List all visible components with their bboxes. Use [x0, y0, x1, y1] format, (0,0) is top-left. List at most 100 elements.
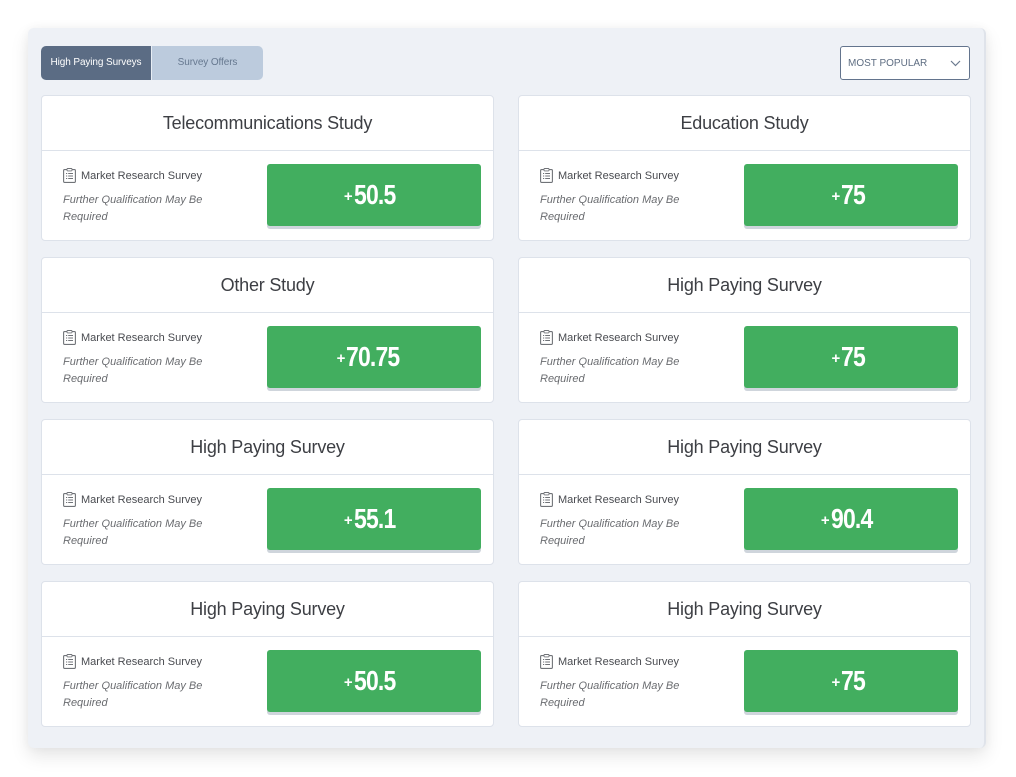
plus-sign: +: [336, 349, 346, 367]
points-value: 50.5: [353, 665, 396, 696]
survey-meta: Market Research Survey Further Qualifica…: [63, 330, 203, 388]
tab-high-paying-surveys[interactable]: High Paying Surveys: [41, 46, 151, 80]
qualification-note: Further Qualification May Be Required: [63, 680, 203, 709]
survey-meta: Market Research Survey Further Qualifica…: [63, 492, 203, 550]
qualification-note: Further Qualification May Be Required: [63, 194, 203, 223]
survey-title: High Paying Survey: [190, 436, 345, 457]
survey-type-row: Market Research Survey: [540, 330, 680, 345]
survey-type: Market Research Survey: [558, 169, 680, 182]
survey-title: Other Study: [220, 274, 315, 295]
survey-card-body: Market Research Survey Further Qualifica…: [519, 475, 970, 565]
survey-card-header: Other Study: [42, 258, 493, 313]
survey-points-button[interactable]: + 70.75: [267, 326, 481, 388]
qualification-note: Further Qualification May Be Required: [63, 356, 203, 385]
clipboard-list-icon: [540, 330, 553, 345]
survey-type: Market Research Survey: [81, 169, 203, 182]
qualification-note: Further Qualification May Be Required: [540, 518, 680, 547]
qualification-note: Further Qualification May Be Required: [540, 356, 680, 385]
plus-sign: +: [820, 511, 830, 529]
sort-selected-value: MOST POPULAR: [848, 57, 928, 69]
survey-type-row: Market Research Survey: [63, 654, 203, 669]
survey-tabs: High Paying Surveys Survey Offers: [41, 46, 263, 80]
survey-grid: Telecommunications Study Market Research…: [41, 95, 971, 727]
survey-meta: Market Research Survey Further Qualifica…: [63, 168, 203, 226]
survey-card-header: High Paying Survey: [42, 420, 493, 475]
survey-card-header: High Paying Survey: [42, 582, 493, 637]
survey-card: Telecommunications Study Market Research…: [41, 95, 494, 241]
points-value: 55.1: [353, 503, 396, 534]
survey-card-body: Market Research Survey Further Qualifica…: [42, 313, 493, 403]
survey-card-body: Market Research Survey Further Qualifica…: [42, 475, 493, 565]
survey-title: Education Study: [680, 112, 809, 133]
survey-type-row: Market Research Survey: [540, 492, 680, 507]
points-display: + 90.4: [821, 503, 881, 535]
survey-card-header: High Paying Survey: [519, 420, 970, 475]
plus-sign: +: [343, 673, 353, 691]
clipboard-list-icon: [540, 492, 553, 507]
survey-card: High Paying Survey Market Research Surve…: [518, 581, 971, 727]
survey-title: Telecommunications Study: [162, 112, 373, 133]
survey-title: High Paying Survey: [667, 274, 822, 295]
clipboard-list-icon: [63, 654, 76, 669]
qualification-note: Further Qualification May Be Required: [540, 194, 680, 223]
sort-dropdown[interactable]: MOST POPULAR: [840, 46, 970, 80]
survey-meta: Market Research Survey Further Qualifica…: [540, 654, 680, 712]
points-display: + 70.75: [337, 341, 412, 373]
survey-card: High Paying Survey Market Research Surve…: [518, 257, 971, 403]
survey-points-button[interactable]: + 75: [744, 164, 958, 226]
survey-type: Market Research Survey: [558, 331, 680, 344]
qualification-note: Further Qualification May Be Required: [63, 518, 203, 547]
points-display: + 75: [832, 179, 871, 211]
tab-survey-offers[interactable]: Survey Offers: [151, 46, 263, 80]
survey-card: Other Study Market Research Survey Furth…: [41, 257, 494, 403]
points-value: 75: [841, 179, 866, 210]
plus-sign: +: [831, 349, 841, 367]
survey-type-row: Market Research Survey: [63, 168, 203, 183]
survey-type: Market Research Survey: [81, 331, 203, 344]
survey-points-button[interactable]: + 75: [744, 326, 958, 388]
survey-meta: Market Research Survey Further Qualifica…: [540, 168, 680, 226]
survey-meta: Market Research Survey Further Qualifica…: [540, 330, 680, 388]
survey-type-row: Market Research Survey: [540, 654, 680, 669]
clipboard-list-icon: [540, 168, 553, 183]
survey-points-button[interactable]: + 90.4: [744, 488, 958, 550]
surveys-panel: High Paying Surveys Survey Offers MOST P…: [28, 28, 986, 748]
qualification-note: Further Qualification May Be Required: [540, 680, 680, 709]
survey-title: High Paying Survey: [190, 598, 345, 619]
points-display: + 55.1: [344, 503, 404, 535]
survey-card: Education Study Market Research Survey F…: [518, 95, 971, 241]
survey-type-row: Market Research Survey: [63, 492, 203, 507]
survey-card: High Paying Survey Market Research Surve…: [518, 419, 971, 565]
survey-type: Market Research Survey: [558, 493, 680, 506]
points-value: 90.4: [830, 503, 873, 534]
clipboard-list-icon: [63, 492, 76, 507]
survey-points-button[interactable]: + 55.1: [267, 488, 481, 550]
clipboard-list-icon: [63, 330, 76, 345]
survey-card-header: Telecommunications Study: [42, 96, 493, 151]
survey-type: Market Research Survey: [558, 655, 680, 668]
survey-card-body: Market Research Survey Further Qualifica…: [42, 637, 493, 727]
survey-points-button[interactable]: + 50.5: [267, 164, 481, 226]
survey-type-row: Market Research Survey: [540, 168, 680, 183]
clipboard-list-icon: [63, 168, 76, 183]
chevron-down-icon: [949, 57, 961, 69]
survey-type: Market Research Survey: [81, 493, 203, 506]
survey-title: High Paying Survey: [667, 598, 822, 619]
clipboard-list-icon: [540, 654, 553, 669]
survey-meta: Market Research Survey Further Qualifica…: [540, 492, 680, 550]
points-display: + 75: [832, 341, 871, 373]
plus-sign: +: [831, 673, 841, 691]
survey-card-body: Market Research Survey Further Qualifica…: [519, 637, 970, 727]
survey-type-row: Market Research Survey: [63, 330, 203, 345]
points-value: 75: [841, 341, 866, 372]
plus-sign: +: [831, 187, 841, 205]
plus-sign: +: [343, 511, 353, 529]
survey-points-button[interactable]: + 50.5: [267, 650, 481, 712]
survey-card-header: Education Study: [519, 96, 970, 151]
survey-title: High Paying Survey: [667, 436, 822, 457]
survey-card-header: High Paying Survey: [519, 582, 970, 637]
survey-card: High Paying Survey Market Research Surve…: [41, 581, 494, 727]
plus-sign: +: [343, 187, 353, 205]
survey-meta: Market Research Survey Further Qualifica…: [63, 654, 203, 712]
survey-points-button[interactable]: + 75: [744, 650, 958, 712]
